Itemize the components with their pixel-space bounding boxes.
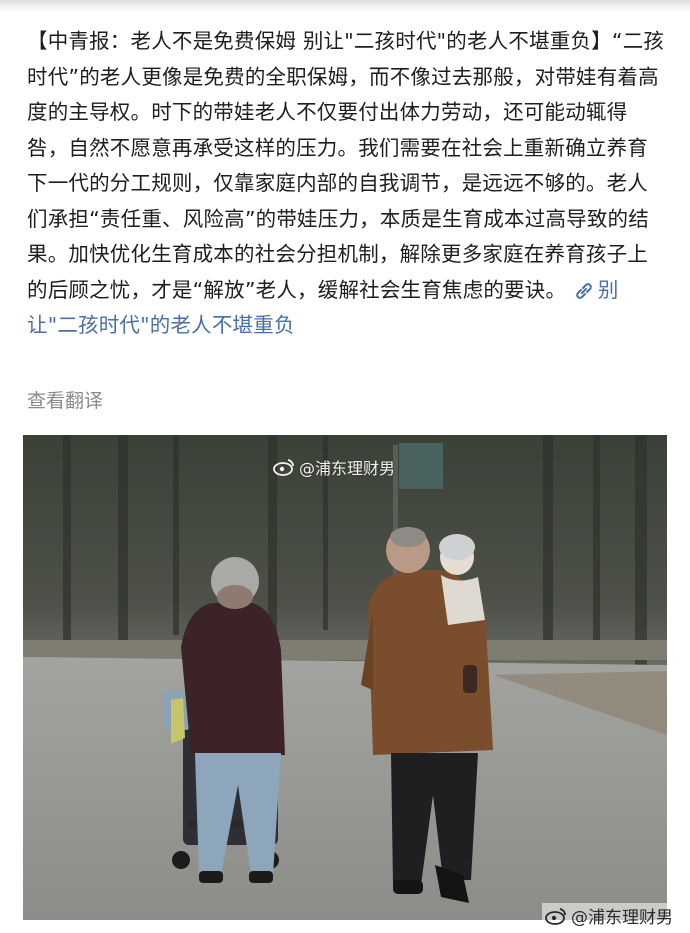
weibo-icon — [273, 459, 294, 476]
post-photo[interactable] — [23, 435, 667, 920]
watermark-bottom: @浦东理财男 — [542, 903, 676, 928]
top-divider — [0, 0, 690, 12]
weibo-icon — [545, 907, 566, 925]
watermark-bottom-text: @浦东理财男 — [571, 908, 673, 928]
post-title: 【中青报：老人不是免费保姆 别让"二孩时代"的老人不堪重负】 — [27, 29, 612, 53]
photo-illustration — [23, 435, 667, 920]
post-text: 【中青报：老人不是免费保姆 别让"二孩时代"的老人不堪重负】“二孩时代”的老人更… — [27, 24, 667, 344]
post-body: “二孩时代”的老人更像是免费的全职保姆，而不像过去那般，对带娃有着高度的主导权。… — [27, 29, 665, 302]
translate-button[interactable]: 查看翻译 — [27, 386, 103, 413]
watermark-top-text: @浦东理财男 — [299, 459, 396, 478]
watermark-top: @浦东理财男 — [273, 455, 395, 479]
chain-link-icon — [576, 282, 592, 299]
